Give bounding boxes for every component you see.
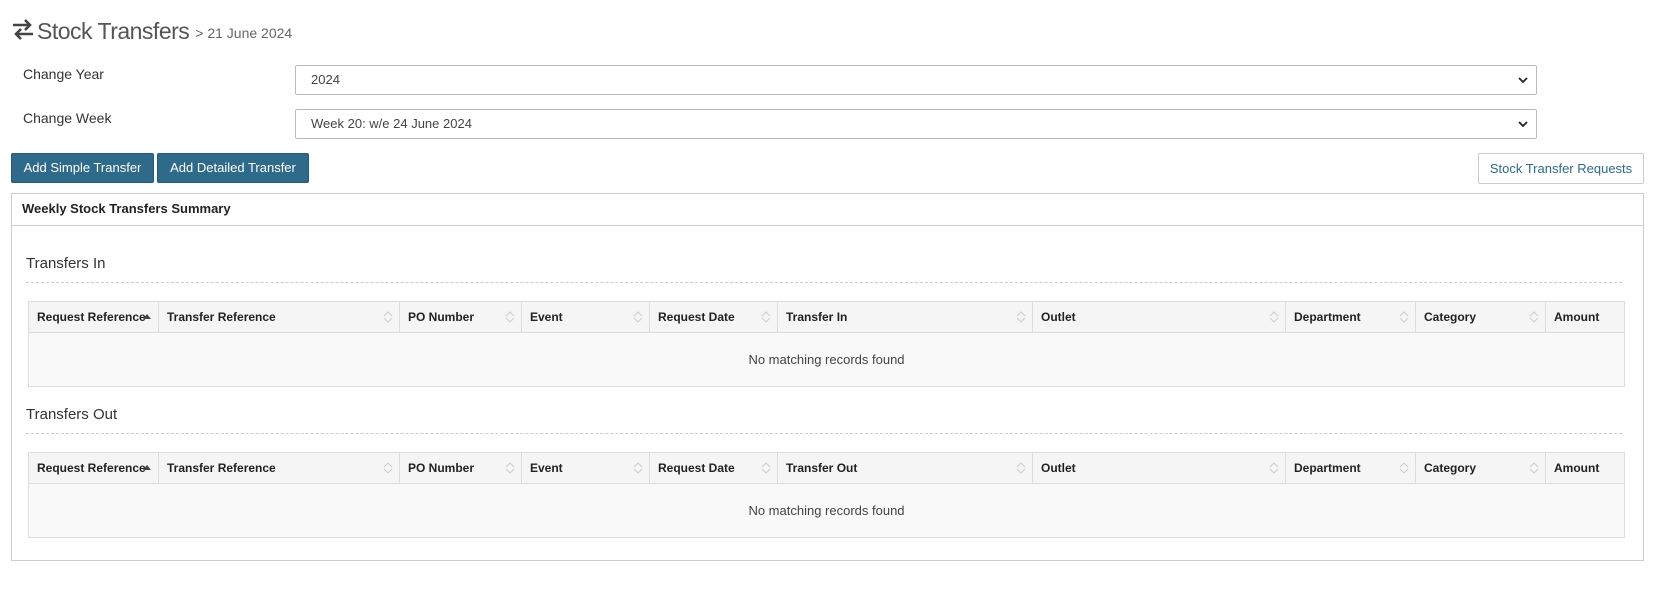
chevron-down-icon: [1518, 77, 1528, 84]
week-selected-value: Week 20: w/e 24 June 2024: [311, 116, 472, 131]
add-simple-transfer-button[interactable]: Add Simple Transfer: [11, 153, 154, 183]
transfers-out-table: Request Reference Transfer Reference PO …: [28, 452, 1625, 538]
swap-arrows-icon: [13, 19, 33, 40]
empty-message: No matching records found: [748, 503, 905, 518]
add-detailed-transfer-button[interactable]: Add Detailed Transfer: [157, 153, 309, 183]
column-header-po-number[interactable]: PO Number: [400, 302, 522, 332]
column-header-request-reference[interactable]: Request Reference: [29, 302, 159, 332]
column-header-category[interactable]: Category: [1416, 453, 1546, 483]
column-header-amount[interactable]: Amount: [1546, 453, 1624, 483]
sort-both-icon: [1529, 311, 1539, 323]
sort-both-icon: [383, 462, 393, 474]
week-label: Change Week: [23, 110, 112, 126]
sort-both-icon: [761, 462, 771, 474]
sort-both-icon: [1529, 462, 1539, 474]
sort-both-icon: [505, 462, 515, 474]
sort-both-icon: [1016, 311, 1026, 323]
sort-both-icon: [383, 311, 393, 323]
chevron-down-icon: [1518, 121, 1528, 128]
column-header-request-reference[interactable]: Request Reference: [29, 453, 159, 483]
column-header-transfer-out[interactable]: Transfer Out: [778, 453, 1033, 483]
transfers-in-table: Request Reference Transfer Reference PO …: [28, 301, 1625, 387]
table-header: Request Reference Transfer Reference PO …: [29, 302, 1624, 333]
sort-both-icon: [505, 311, 515, 323]
transfers-out-title: Transfers Out: [26, 406, 118, 423]
table-body: No matching records found: [29, 333, 1624, 386]
column-header-outlet[interactable]: Outlet: [1033, 453, 1286, 483]
column-header-request-date[interactable]: Request Date: [650, 302, 778, 332]
year-select[interactable]: 2024: [295, 65, 1537, 95]
year-label: Change Year: [23, 66, 104, 82]
section-divider: [26, 433, 1622, 434]
empty-message: No matching records found: [748, 352, 905, 367]
sort-both-icon: [1399, 462, 1409, 474]
column-header-event[interactable]: Event: [522, 453, 650, 483]
sort-up-icon: [143, 314, 151, 319]
sort-both-icon: [1016, 462, 1026, 474]
year-selected-value: 2024: [311, 72, 340, 87]
page-title: Stock Transfers: [37, 18, 190, 44]
column-header-transfer-in[interactable]: Transfer In: [778, 302, 1033, 332]
year-row: Change Year 2024: [23, 65, 1537, 95]
sort-both-icon: [1269, 462, 1279, 474]
section-divider: [26, 282, 1622, 283]
sort-both-icon: [1269, 311, 1279, 323]
week-select[interactable]: Week 20: w/e 24 June 2024: [295, 109, 1537, 139]
column-header-transfer-reference[interactable]: Transfer Reference: [159, 302, 400, 332]
column-header-request-date[interactable]: Request Date: [650, 453, 778, 483]
sort-both-icon: [761, 311, 771, 323]
breadcrumb: > 21 June 2024: [195, 25, 293, 41]
column-header-transfer-reference[interactable]: Transfer Reference: [159, 453, 400, 483]
column-header-po-number[interactable]: PO Number: [400, 453, 522, 483]
transfers-in-title: Transfers In: [26, 255, 106, 272]
column-header-department[interactable]: Department: [1286, 453, 1416, 483]
column-header-event[interactable]: Event: [522, 302, 650, 332]
week-row: Change Week Week 20: w/e 24 June 2024: [23, 109, 1537, 139]
sort-up-icon: [143, 465, 151, 470]
panel-heading: Weekly Stock Transfers Summary: [12, 194, 1643, 226]
page-header: Stock Transfers > 21 June 2024: [11, 14, 292, 44]
table-body: No matching records found: [29, 484, 1624, 537]
column-header-outlet[interactable]: Outlet: [1033, 302, 1286, 332]
sort-both-icon: [633, 311, 643, 323]
column-header-amount[interactable]: Amount: [1546, 302, 1624, 332]
stock-transfer-requests-button[interactable]: Stock Transfer Requests: [1478, 153, 1644, 184]
column-header-category[interactable]: Category: [1416, 302, 1546, 332]
table-header: Request Reference Transfer Reference PO …: [29, 453, 1624, 484]
sort-both-icon: [633, 462, 643, 474]
weekly-summary-panel: Weekly Stock Transfers Summary Transfers…: [11, 193, 1644, 561]
column-header-department[interactable]: Department: [1286, 302, 1416, 332]
sort-both-icon: [1399, 311, 1409, 323]
